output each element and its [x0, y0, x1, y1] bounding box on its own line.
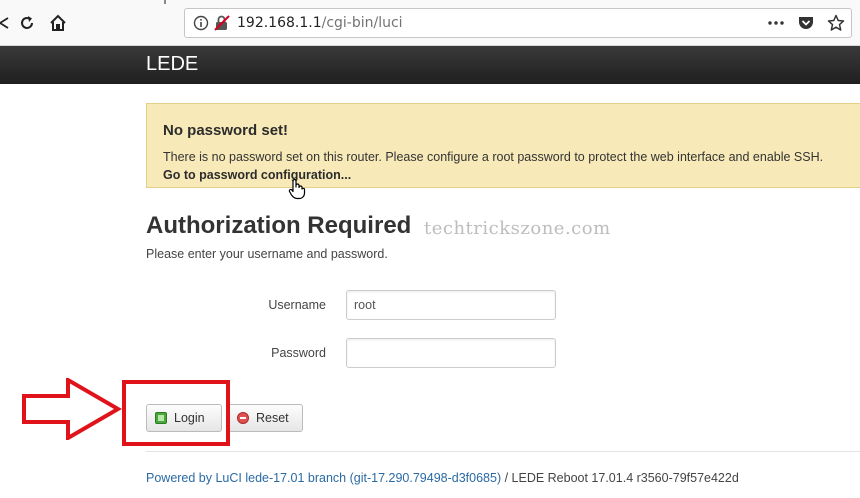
pointer-arrow-icon: [22, 378, 122, 440]
username-field[interactable]: [346, 290, 556, 320]
footer-divider: [146, 451, 860, 452]
star-icon[interactable]: [827, 14, 845, 37]
insecure-lock-icon[interactable]: [213, 14, 231, 37]
alert-title: No password set!: [163, 122, 289, 139]
no-password-alert: No password set! There is no password se…: [146, 103, 860, 188]
alert-message: There is no password set on this router.…: [163, 150, 824, 164]
password-config-link[interactable]: Go to password configuration...: [163, 168, 351, 182]
url-actions: [767, 14, 845, 37]
hand-cursor-icon: [288, 178, 306, 205]
lede-header-bar: LEDE: [0, 46, 860, 84]
reload-icon: [21, 16, 33, 29]
password-label: Password: [271, 346, 326, 360]
url-path: /cgi-bin/luci: [321, 15, 403, 31]
reset-button[interactable]: Reset: [228, 404, 303, 432]
footer-version-text: / LEDE Reboot 17.01.4 r3560-79f57e422d: [501, 471, 739, 485]
watermark: techtrickszone.com: [424, 218, 611, 239]
reload-button[interactable]: [16, 12, 38, 34]
auth-description: Please enter your username and password.: [146, 247, 388, 261]
password-field[interactable]: [346, 338, 556, 368]
luci-version-link[interactable]: Powered by LuCI lede-17.01 branch (git-1…: [146, 471, 501, 485]
home-icon: [50, 14, 66, 31]
back-arrow-icon: [0, 17, 9, 29]
ellipsis-icon[interactable]: [767, 15, 785, 36]
site-info-icon[interactable]: [193, 15, 209, 36]
tab-edge: [164, 0, 166, 4]
page-title: Authorization Required: [146, 212, 412, 239]
username-label: Username: [268, 298, 326, 312]
brand-logo[interactable]: LEDE: [146, 53, 198, 76]
address-bar[interactable]: 192.168.1.1/cgi-bin/luci: [184, 8, 852, 38]
browser-toolbar: 192.168.1.1/cgi-bin/luci: [0, 0, 860, 46]
reset-icon: [237, 412, 249, 424]
url-text[interactable]: 192.168.1.1/cgi-bin/luci: [237, 15, 403, 31]
highlight-box: [122, 380, 230, 446]
reset-label: Reset: [256, 411, 289, 425]
url-host: 192.168.1.1: [237, 15, 322, 31]
footer: Powered by LuCI lede-17.01 branch (git-1…: [146, 471, 739, 485]
home-button[interactable]: [47, 12, 69, 34]
back-button[interactable]: [0, 12, 16, 34]
pocket-icon[interactable]: [797, 14, 815, 37]
